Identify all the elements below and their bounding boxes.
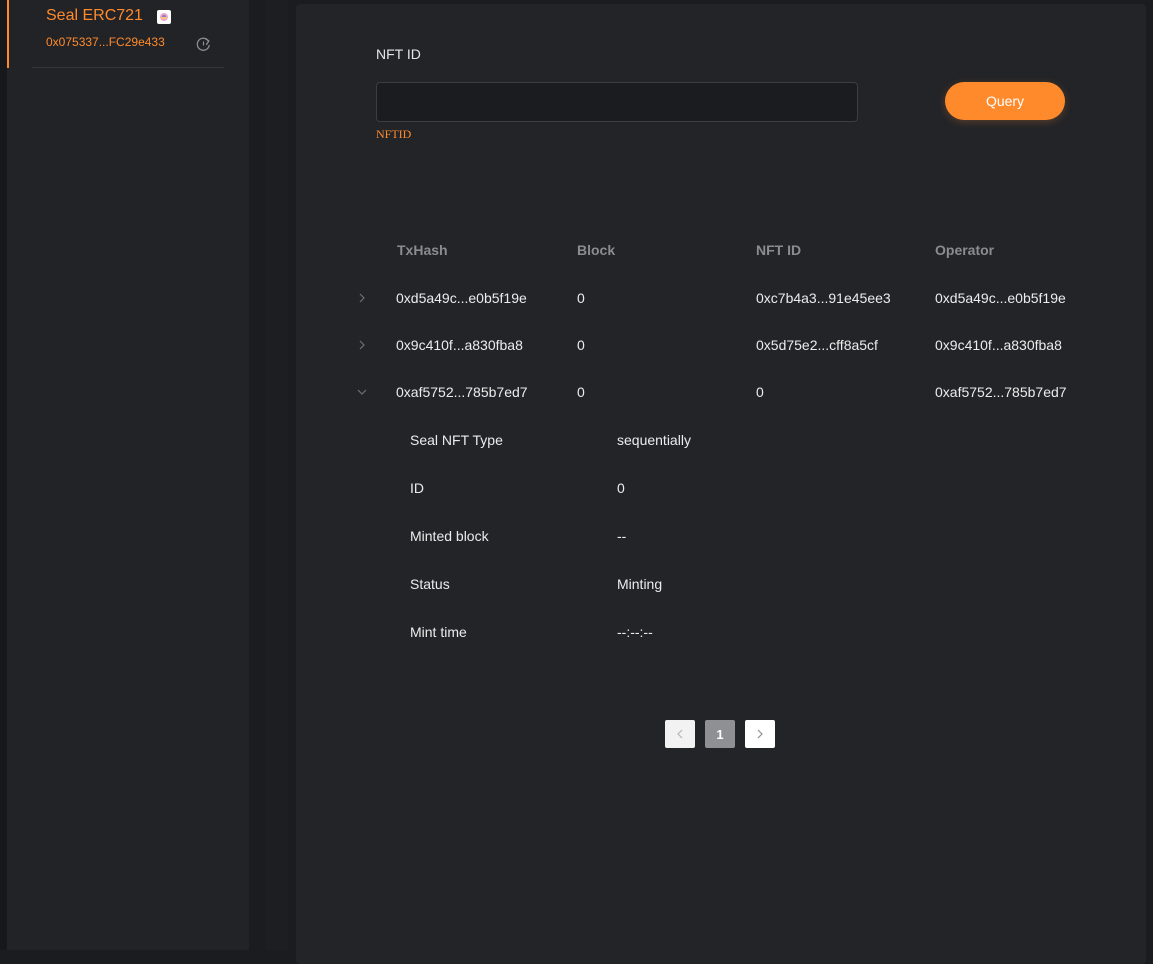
contract-divider [32, 67, 224, 68]
detail-label: Mint time [410, 624, 467, 640]
column-header-txhash: TxHash [397, 242, 448, 258]
detail-value: 0 [617, 480, 625, 496]
chevron-down-icon[interactable] [356, 386, 368, 398]
detail-row-id: ID 0 [296, 480, 1146, 528]
detail-row-mint-time: Mint time --:--:-- [296, 624, 1146, 672]
nft-id-label: NFT ID [376, 46, 421, 62]
row-nft-id: 0 [756, 384, 764, 400]
row-txhash: 0x9c410f...a830fba8 [396, 337, 523, 353]
row-block: 0 [577, 290, 585, 306]
sidebar: Seal ERC721 0x075337...FC29e433 [7, 0, 249, 950]
row-operator: 0x9c410f...a830fba8 [935, 337, 1062, 353]
active-indicator [7, 0, 9, 68]
contract-card-seal-erc721[interactable]: Seal ERC721 0x075337...FC29e433 [7, 0, 249, 68]
contract-address: 0x075337...FC29e433 [46, 35, 165, 49]
previous-page-button[interactable] [665, 720, 695, 748]
page-1-button[interactable]: 1 [705, 720, 735, 748]
chevron-right-icon [756, 727, 764, 742]
nft-id-hint: NFTID [376, 127, 412, 141]
detail-row-minted-block: Minted block -- [296, 528, 1146, 576]
detail-value: -- [617, 528, 627, 544]
chevron-right-icon[interactable] [356, 292, 368, 304]
row-operator: 0xaf5752...785b7ed7 [935, 384, 1067, 400]
row-nft-id: 0xc7b4a3...91e45ee3 [756, 290, 891, 306]
column-header-block: Block [577, 242, 616, 258]
chevron-left-icon [676, 727, 684, 742]
table-row[interactable]: 0xd5a49c...e0b5f19e 0 0xc7b4a3...91e45ee… [296, 290, 1146, 337]
row-txhash: 0xaf5752...785b7ed7 [396, 384, 528, 400]
table-row-expanded[interactable]: 0xaf5752...785b7ed7 0 0 0xaf5752...785b7… [296, 384, 1146, 431]
main-panel: NFT ID NFTID Query TxHash Block NFT ID O… [296, 4, 1146, 964]
chevron-right-icon[interactable] [356, 339, 368, 351]
detail-label: Status [410, 576, 450, 592]
row-nft-id: 0x5d75e2...cff8a5cf [756, 337, 878, 353]
contract-name: Seal ERC721 [46, 7, 143, 24]
left-edge-strip [0, 0, 7, 950]
detail-value: --:--:-- [617, 624, 653, 640]
row-block: 0 [577, 384, 585, 400]
sidebar-scroll-track[interactable] [266, 0, 288, 950]
detail-label: Minted block [410, 528, 489, 544]
detail-label: Seal NFT Type [410, 432, 503, 448]
table-row[interactable]: 0x9c410f...a830fba8 0 0x5d75e2...cff8a5c… [296, 337, 1146, 384]
column-header-nft-id: NFT ID [756, 242, 802, 258]
detail-value: sequentially [617, 432, 691, 448]
refresh-icon[interactable] [194, 35, 212, 53]
next-page-button[interactable] [745, 720, 775, 748]
detail-value: Minting [617, 576, 663, 592]
detail-label: ID [410, 480, 424, 496]
layout-gap [249, 0, 266, 950]
chain-logo-icon [157, 10, 171, 24]
column-header-operator: Operator [935, 242, 995, 258]
detail-row-status: Status Minting [296, 576, 1146, 624]
row-txhash: 0xd5a49c...e0b5f19e [396, 290, 527, 306]
row-block: 0 [577, 337, 585, 353]
detail-row-seal-nft-type: Seal NFT Type sequentially [296, 432, 1146, 480]
query-button[interactable]: Query [945, 82, 1065, 120]
nft-id-input[interactable] [376, 82, 858, 122]
row-operator: 0xd5a49c...e0b5f19e [935, 290, 1066, 306]
